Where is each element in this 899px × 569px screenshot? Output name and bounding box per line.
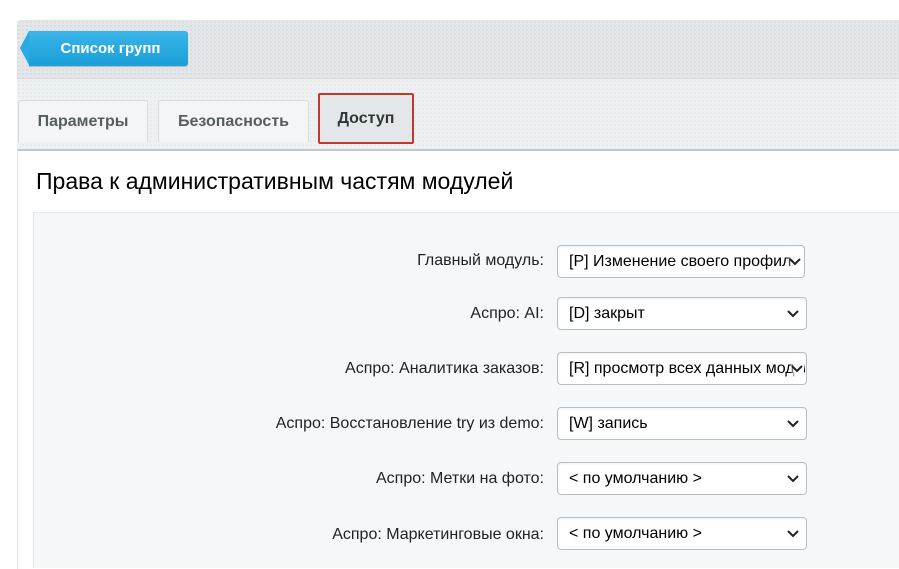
select-aspro-order-analytics[interactable]: [R] просмотр всех данных модуля: [557, 352, 807, 385]
select-aspro-marketing-windows-value: < по умолчанию >: [569, 525, 702, 542]
select-aspro-marketing-windows[interactable]: < по умолчанию >: [557, 517, 807, 550]
select-aspro-photo-tags-value: < по умолчанию >: [569, 470, 702, 487]
tab-bar: Параметры Безопасность Доступ: [17, 79, 899, 151]
select-aspro-ai[interactable]: [D] закрыт: [557, 297, 807, 330]
tab-security[interactable]: Безопасность: [158, 100, 309, 142]
select-aspro-order-analytics-value: [R] просмотр всех данных модуля: [569, 360, 805, 377]
tab-parameters-label: Параметры: [37, 113, 129, 130]
group-list-back-label: Список групп: [60, 40, 161, 57]
tab-parameters[interactable]: Параметры: [18, 100, 148, 142]
chevron-down-icon: [786, 409, 800, 439]
select-aspro-ai-value: [D] закрыт: [569, 305, 645, 322]
tab-access-label: Доступ: [337, 110, 395, 127]
chevron-down-icon: [786, 464, 800, 494]
row-label-aspro-marketing-windows: Аспро: Маркетинговые окна:: [332, 526, 544, 543]
chevron-down-icon: [786, 299, 800, 329]
tab-access[interactable]: Доступ: [318, 93, 414, 144]
row-label-aspro-order-analytics: Аспро: Аналитика заказов:: [345, 360, 544, 377]
select-main-module-value: [P] Изменение своего профиля: [569, 253, 801, 270]
chevron-down-icon: [790, 354, 804, 384]
chevron-down-icon: [786, 519, 800, 549]
select-aspro-photo-tags[interactable]: < по умолчанию >: [557, 462, 807, 495]
row-label-aspro-restore-demo: Аспро: Восстановление try из demo:: [275, 415, 544, 432]
chevron-down-icon: [788, 247, 802, 277]
section-title: Права к административным частям модулей: [36, 168, 514, 194]
row-label-main-module: Главный модуль:: [417, 252, 544, 269]
select-aspro-restore-demo-value: [W] запись: [569, 415, 648, 432]
tab-security-label: Безопасность: [178, 113, 289, 130]
select-main-module[interactable]: [P] Изменение своего профиля: [557, 245, 805, 278]
top-toolbar: Список групп: [17, 20, 899, 79]
row-label-aspro-photo-tags: Аспро: Метки на фото:: [376, 470, 544, 487]
select-aspro-restore-demo[interactable]: [W] запись: [557, 407, 807, 440]
row-label-aspro-ai: Аспро: AI:: [470, 305, 544, 322]
group-list-back-button[interactable]: Список групп: [20, 31, 188, 66]
